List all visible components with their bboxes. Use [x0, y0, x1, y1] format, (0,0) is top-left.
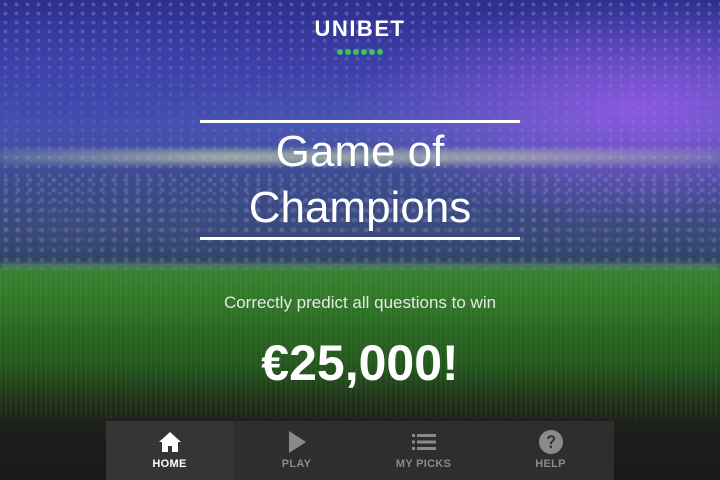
page-title: Game of Champions	[200, 124, 520, 236]
bottom-nav: HOME PLAY MY PICKS HELP	[106, 421, 614, 480]
home-screen: UNIBET Game of Champions Correctly predi…	[0, 0, 720, 480]
logo-dot	[337, 49, 343, 55]
nav-item-my-picks[interactable]: MY PICKS	[360, 421, 487, 480]
nav-label-help: HELP	[535, 458, 566, 470]
nav-item-play[interactable]: PLAY	[233, 421, 360, 480]
nav-item-help[interactable]: HELP	[487, 421, 614, 480]
logo-dot	[377, 49, 383, 55]
title-top-rule	[200, 120, 520, 123]
nav-label-play: PLAY	[281, 458, 312, 470]
nav-label-my-picks: MY PICKS	[395, 458, 452, 470]
play-icon	[284, 429, 310, 455]
logo-dot	[361, 49, 367, 55]
unibet-logo: UNIBET	[0, 16, 720, 60]
logo-dot	[345, 49, 351, 55]
prize-description: Correctly predict all questions to win	[223, 293, 497, 312]
logo-dots	[337, 49, 383, 55]
title-line-1: Game of	[275, 127, 445, 176]
logo-dot	[369, 49, 375, 55]
logo-dot	[353, 49, 359, 55]
nav-label-home: HOME	[152, 458, 187, 470]
list-icon	[411, 429, 437, 455]
logo-text: UNIBET	[314, 16, 406, 41]
title-bottom-rule	[200, 237, 520, 240]
title-line-2: Champions	[248, 183, 472, 232]
prize-amount: €25,000!	[261, 335, 459, 391]
help-icon	[538, 429, 564, 455]
home-icon	[157, 429, 183, 455]
nav-item-home[interactable]: HOME	[106, 421, 233, 480]
